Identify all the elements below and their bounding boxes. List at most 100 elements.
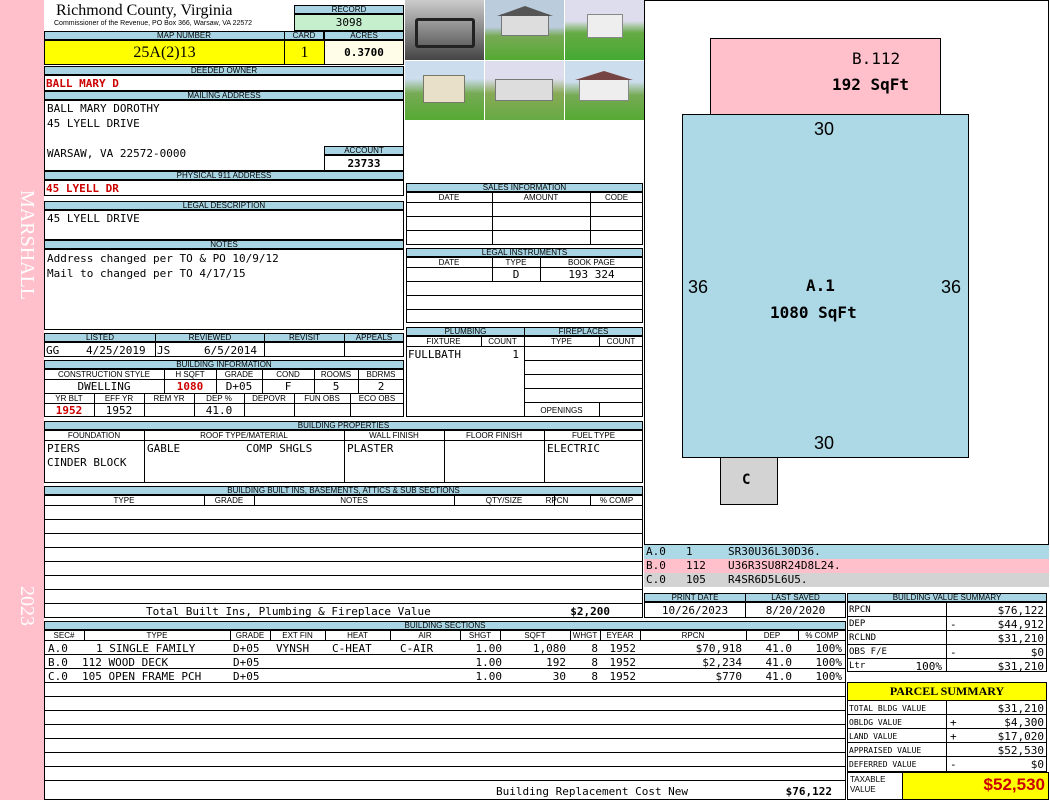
listed-header: LISTED [44,333,156,342]
taxable-value: $52,530 [983,775,1045,794]
bi-effyr: 1952 [105,404,133,417]
physical-header: PHYSICAL 911 ADDRESS [44,171,404,180]
ps-land: $17,020 [997,730,1044,743]
bvs-obs: $0 [1030,646,1044,659]
building-info-header: BUILDING INFORMATION [44,360,404,369]
sec-0-comp: 100% [815,642,843,655]
bvs-ltr-label: Ltr [849,661,866,671]
sec-0-shgt: 1.00 [475,642,503,655]
sales-header: SALES INFORMATION [406,183,643,192]
bins-h-notes: NOTES [340,496,368,505]
bi-cond: F [284,380,292,393]
bi-dep: 41.0 [205,404,233,417]
sec-h-grade: GRADE [235,631,265,640]
sec-2-grade: D+05 [233,670,260,683]
li-type: D [512,268,520,281]
bp-h-fuel: FUEL TYPE [571,431,616,440]
sketch-c-label: C [742,472,751,488]
property-photo-2 [485,0,564,60]
property-photo-5 [485,61,564,120]
sketch-a-area: 1080 SqFt [770,303,857,322]
listed-date: 4/25/2019 [86,344,146,357]
brcn-value: $76,122 [785,785,832,798]
bi-h-ecoobs: ECO OBS [358,394,396,403]
appeals-header: APPEALS [344,333,404,342]
sec-0-whgt: 8 [591,642,598,655]
sec-h-sec: SEC# [53,631,75,640]
bp-wall: PLASTER [347,442,394,455]
sec-h-eyear: EYEAR [606,631,634,640]
sales-h-date: DATE [438,193,460,202]
listed-by: GG [46,344,60,357]
ps-deferred-label: DEFERRED VALUE [849,760,917,769]
sec-h-sqft: SQFT [524,631,546,640]
last-saved: 8/20/2020 [765,604,826,617]
brcn-label: Building Replacement Cost New [496,785,689,798]
sec-h-extfin: EXT FIN [282,631,313,640]
sec-1-grade: D+05 [233,656,260,669]
taxable-label: TAXABLE VALUE [850,775,886,794]
bi-style: DWELLING [77,380,131,393]
map-number-value: 25A(2)13 [44,40,285,65]
side-bar [0,0,44,800]
sec-2-sqft: 30 [552,670,566,683]
bi-h-bdrms: BDRMS [366,370,396,379]
physical-value: 45 LYELL DR [46,182,119,195]
bi-h-depovr: DEPOVR [252,394,286,403]
bvs-dep-label: DEP [849,619,866,629]
deeded-owner-header: DEEDED OWNER [44,66,404,75]
notes-header: NOTES [44,240,404,249]
sec-0-eyear: 1952 [609,642,637,655]
sec-2-type-text: 105 OPEN FRAME PCH [82,670,202,683]
county-title: Richmond County, Virginia [56,2,233,19]
bp-h-roof: ROOF TYPE/MATERIAL [200,431,288,440]
sec-2-whgt: 8 [591,670,598,683]
sec-h-whgt: WHGT [572,631,598,640]
notes-line-2: Mail to changed per TO 4/17/15 [47,267,246,280]
bi-yrblt: 1952 [55,404,83,417]
built-ins-box [44,495,643,618]
bvs-rclnd: $31,210 [997,632,1044,645]
bp-h-foundation: FOUNDATION [67,431,121,440]
property-photo-1 [405,0,484,60]
sec-h-air: AIR [418,631,432,640]
sec-0-heat: C-HEAT [332,642,372,655]
bins-h-rpcn: RPCN [545,496,569,505]
print-date: 10/26/2023 [661,604,729,617]
legend-c-path: R4SR6D5L6U5. [728,573,808,586]
legend-a-sec: A.0 [646,545,666,558]
sec-1-shgt: 1.00 [475,656,503,669]
parcel-summary-header: PARCEL SUMMARY [847,682,1047,701]
bins-h-grade: GRADE [214,496,244,505]
sec-h-heat: HEAT [347,631,368,640]
sketch-bottom-dim: 30 [814,433,835,453]
ps-obldg: $4,300 [1004,716,1044,729]
card-value: 1 [284,40,325,65]
mailing-line-2: 45 LYELL DRIVE [47,117,140,130]
building-sections-header: BUILDING SECTIONS [44,621,846,630]
bins-h-type: TYPE [113,496,135,505]
bi-hsqft: 1080 [176,380,204,393]
sketch-left-dim: 36 [688,277,709,297]
sec-2-rpcn: $770 [715,670,743,683]
map-number-header: MAP NUMBER [44,31,324,40]
print-date-header: PRINT DATE [644,593,746,602]
reviewed-by: JS [157,344,171,357]
bi-h-style: CONSTRUCTION STYLE [57,370,150,379]
plumb-h-fixture: FIXTURE [426,337,461,346]
bi-rooms: 5 [332,380,340,393]
ps-obldg-label: OBLDG VALUE [849,718,902,727]
sec-1-rpcn: $2,234 [702,656,742,669]
openings-label: OPENINGS [540,406,583,415]
sec-h-comp: % COMP [805,631,839,640]
bi-grade: D+05 [225,380,253,393]
sec-2-dep: 41.0 [765,670,793,683]
mailing-line-3: WARSAW, VA 22572-0000 [47,147,187,160]
reviewed-date: 6/5/2014 [204,344,257,357]
bvs-rclnd-label: RCLND [849,633,877,643]
bi-h-yrblt: YR BLT [55,394,83,403]
legend-b-path: U36R3SU8R24D8L24. [728,559,841,572]
building-props-header: BUILDING PROPERTIES [44,421,643,430]
bi-h-dep: DEP % [206,394,232,403]
commissioner-address: Commissioner of the Revenue, PO Box 366,… [54,20,253,27]
